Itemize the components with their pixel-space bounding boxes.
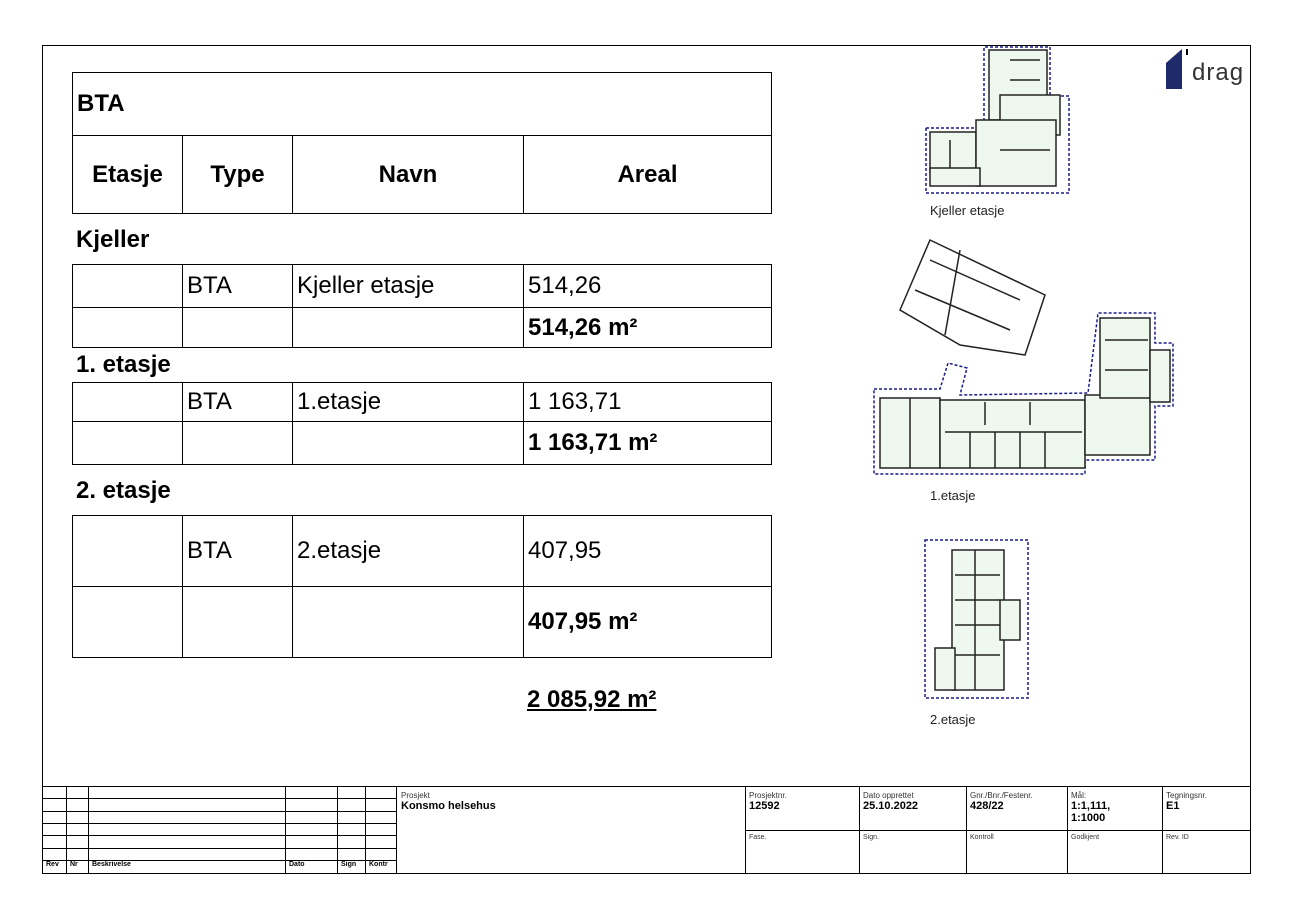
project-cell: Prosjekt Konsmo helsehus [396,786,746,874]
field-label: Prosjektnr. [749,791,787,800]
field-label: Mål: [1071,791,1087,800]
revision-table: Rev Nr Beskrivelse Dato Sign Kontr [42,785,397,874]
field-value: 12592 [749,800,780,812]
nr-header: Nr [66,860,89,874]
sign-header: Sign [337,860,366,874]
field-value: 1:1,111, 1:1000 [1071,800,1111,824]
field-label: Dato opprettet [863,791,914,800]
sign-label: Sign. [859,830,967,874]
plan-2etasje [924,539,1029,699]
plan-caption: Kjeller etasje [930,203,1005,218]
rev-header: Rev [42,860,67,874]
logo-text: drag [1192,59,1245,86]
plan-kjeller [925,46,1070,194]
plan-caption: 1.etasje [930,488,976,503]
field-value: 428/22 [970,800,1004,812]
project-name: Konsmo helsehus [401,800,496,812]
dato-header: Dato [285,860,338,874]
godkjent-label: Godkjent [1067,830,1163,874]
plan-1etasje [873,238,1174,475]
kontr-header: Kontr [365,860,397,874]
project-label: Prosjekt [401,791,430,800]
field-label: Tegningsnr. [1166,791,1207,800]
drag-logo: drag [1164,47,1248,97]
field-value: E1 [1166,800,1180,812]
beskrivelse-header: Beskrivelse [88,860,286,874]
field-value: 25.10.2022 [863,800,919,812]
rev-id-label: Rev. ID [1162,830,1251,874]
kontroll-label: Kontroll [966,830,1068,874]
title-fields: Prosjektnr. 12592 Dato opprettet 25.10.202… [745,786,1251,874]
logo-mark-icon [1166,49,1188,89]
field-label: Gnr./Bnr./Festenr. [970,791,1033,800]
fase-label: Fase. [745,830,860,874]
floor-plans [873,46,1174,699]
plan-caption: 2.etasje [930,712,976,727]
